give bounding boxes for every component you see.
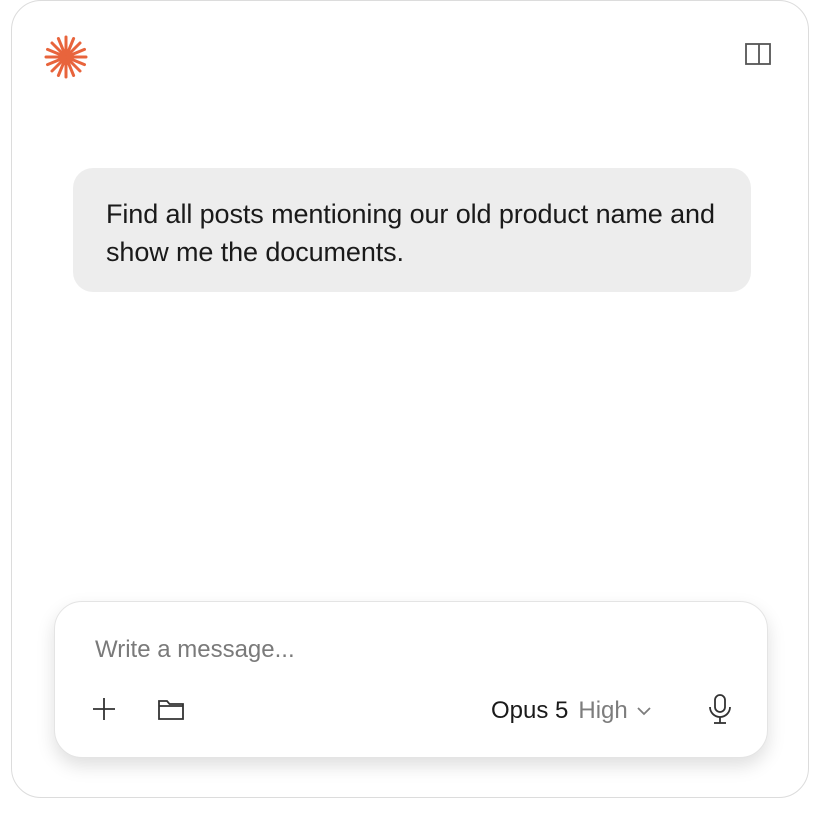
chevron-down-icon [636, 706, 652, 716]
folder-icon [157, 697, 185, 726]
message-input[interactable] [95, 632, 725, 668]
user-message-bubble: Find all posts mentioning our old produc… [73, 168, 751, 292]
effort-level: High [578, 697, 628, 724]
user-message-text: Find all posts mentioning our old produc… [106, 199, 715, 267]
sidebar-panel-icon [745, 42, 771, 70]
plus-icon [91, 696, 117, 727]
model-name: Opus 5 [491, 697, 569, 724]
asterisk-logo-icon [42, 33, 90, 81]
chat-window: Find all posts mentioning our old produc… [11, 0, 809, 798]
voice-input-button[interactable] [703, 692, 737, 730]
microphone-icon [707, 693, 733, 730]
folder-button[interactable] [153, 694, 189, 728]
add-attachment-button[interactable] [87, 694, 121, 728]
message-composer: Opus 5 High [54, 601, 768, 758]
sidebar-toggle-button[interactable] [740, 39, 776, 73]
model-selector[interactable]: Opus 5 High [491, 692, 652, 730]
